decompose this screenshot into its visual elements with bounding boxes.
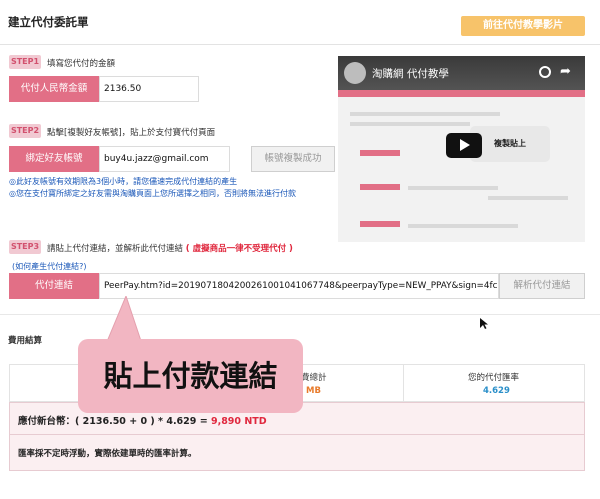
step1-badge: STEP1: [9, 55, 41, 69]
mouse-cursor-icon: [480, 318, 488, 329]
how-to-link[interactable]: (如何產生代付連結?): [12, 261, 87, 273]
step3-divider: [0, 314, 600, 315]
fees-section-title: 費用結算: [8, 336, 43, 346]
video-content-line: [408, 224, 518, 228]
virtual-goods-warning: ( 虛擬商品一律不受理代付 ): [185, 244, 293, 254]
friend-account-field[interactable]: buy4u.jazz@gmail.com: [99, 146, 230, 172]
annotation-bubble: 貼上付款連結: [78, 339, 303, 413]
video-content-line: [350, 122, 470, 126]
share-icon[interactable]: ➦: [560, 64, 571, 79]
column-separator: [403, 365, 404, 403]
step3-text: 請貼上代付連結，並解析此代付連結: [47, 244, 184, 254]
amount-label: 代付人民幣金額: [9, 76, 99, 102]
fee-total-value: MB: [306, 386, 321, 396]
rate-value: 4.629: [483, 386, 510, 396]
copy-account-button[interactable]: 帳號複製成功: [251, 146, 335, 172]
top-divider: [0, 44, 600, 45]
fee-total-header: 費總計: [301, 373, 327, 383]
tutorial-video[interactable]: 淘購網 代付教學 ➦ 複製貼上: [338, 56, 585, 242]
tutorial-video-button[interactable]: 前往代付教學影片: [461, 16, 585, 36]
payment-link-input[interactable]: PeerPay.htm?id=2019071804200261001041067…: [99, 273, 499, 299]
video-brand-bar: [338, 90, 585, 97]
rate-note: 匯率採不定時浮動，實際依建單時的匯率計算。: [18, 449, 197, 459]
payable-total: 9,890 NTD: [210, 416, 267, 427]
video-tooltip: 複製貼上: [470, 126, 550, 162]
step2-badge: STEP2: [9, 124, 41, 138]
step3-badge: STEP3: [9, 240, 41, 254]
step1-instruction: 填寫您代付的金額: [47, 59, 116, 69]
video-content-line: [408, 186, 498, 190]
step2-instruction: 點擊[複製好友帳號]，貼上於支付寶代付頁面: [47, 128, 216, 138]
video-content-bar: [360, 221, 400, 227]
video-title: 淘購網 代付教學: [372, 68, 449, 80]
payment-link-label: 代付連結: [9, 273, 99, 299]
amount-input[interactable]: 2136.50: [99, 76, 199, 102]
payable-formula: 應付新台幣：( 2136.50 + 0 ) * 4.629 =: [18, 416, 211, 427]
rate-note-box: 匯率採不定時浮動，實際依建單時的匯率計算。: [9, 435, 585, 471]
video-content-bar: [360, 150, 400, 156]
step3-instruction: 請貼上代付連結，並解析此代付連結 ( 虛擬商品一律不受理代付 ): [47, 242, 293, 254]
clock-icon[interactable]: [539, 66, 551, 78]
account-match-note: ◎您在支付寶所綁定之好友需與淘購頁面上您所選擇之相同，否則將無法進行付款: [9, 189, 296, 198]
bubble-text: 貼上付款連結: [103, 359, 278, 393]
page-title: 建立代付委託單: [8, 15, 89, 29]
payable-calculation: 應付新台幣：( 2136.50 + 0 ) * 4.629 = 9,890 NT…: [18, 413, 267, 427]
rate-header: 您的代付匯率: [468, 373, 520, 383]
video-content-line: [488, 196, 568, 200]
video-content-bar: [360, 184, 400, 190]
channel-avatar[interactable]: [344, 62, 366, 84]
parse-link-button[interactable]: 解析代付連結: [499, 273, 585, 299]
bubble-tail: [105, 296, 143, 344]
account-validity-note: ◎此好友帳號有效期限為3個小時，請您儘速完成代付連結的產生: [9, 177, 238, 186]
friend-account-label: 綁定好友帳號: [9, 146, 99, 172]
play-icon[interactable]: [446, 133, 482, 158]
video-content-line: [350, 112, 500, 116]
